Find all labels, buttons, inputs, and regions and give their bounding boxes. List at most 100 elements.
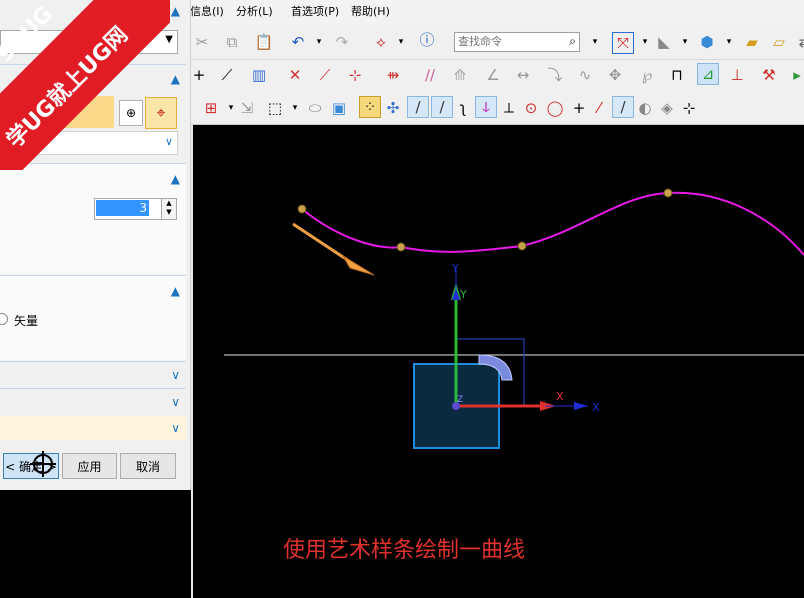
angle-icon[interactable]: ∠ — [483, 65, 503, 85]
fit-view-icon[interactable]: ⤧ — [612, 32, 634, 54]
section-divider — [0, 361, 186, 362]
menu-item-info[interactable]: 信息(I) — [190, 3, 224, 19]
selection-filter-icon[interactable]: ⇲ — [237, 98, 257, 118]
spline-point — [297, 204, 307, 214]
wave-icon[interactable]: ∿ — [575, 65, 595, 85]
x-axis-blue-arrowhead — [574, 402, 588, 410]
chevron-down-icon[interactable]: ∨ — [171, 395, 180, 409]
continuous-auto-dim-icon[interactable]: ⚒ — [759, 65, 779, 85]
snap-options-icon[interactable]: ◈ — [657, 98, 677, 118]
arc-snap-icon[interactable]: ʅ — [453, 98, 473, 118]
render-dropdown-icon[interactable]: ▾ — [675, 32, 695, 52]
collapse-icon[interactable]: ▲ — [171, 72, 180, 86]
chevron-down-icon[interactable]: ∨ — [171, 421, 180, 435]
spline-point — [517, 241, 527, 251]
paste-icon[interactable]: 📋 — [254, 32, 274, 52]
quick-trim-icon[interactable]: ✕ — [285, 65, 305, 85]
tangent-vector-arrowhead — [342, 255, 375, 276]
corner-icon[interactable]: ⊹ — [345, 65, 365, 85]
watermark-ribbon: 9SUG 学UG就上UG网 — [0, 0, 170, 170]
information-icon[interactable]: ⓘ — [417, 30, 437, 50]
line-snap-icon[interactable]: ∕ — [407, 96, 429, 118]
undo-icon[interactable]: ↶ — [288, 32, 308, 52]
copy-icon[interactable]: ⧉ — [222, 32, 242, 52]
component-icon[interactable]: ⬭ — [305, 98, 325, 118]
search-dropdown-icon[interactable]: ▾ — [585, 32, 605, 52]
collapse-icon[interactable]: ▲ — [171, 284, 180, 298]
point-on-curve-icon[interactable]: ⁄ — [589, 98, 609, 118]
fit-dropdown-icon[interactable]: ▾ — [635, 32, 655, 52]
quick-extend-icon[interactable]: ⟋ — [315, 65, 335, 85]
tutorial-caption: 使用艺术样条绘制一曲线 — [283, 538, 526, 563]
undo-dropdown-icon[interactable]: ▾ — [309, 32, 329, 52]
search-input[interactable] — [455, 33, 561, 49]
viewport-divider — [191, 124, 193, 598]
toolbar-row-2: + ⟋ ▥ ✕ ⟋ ⊹ ⇻ ∕∕ ⟰ ∠ ↔ ⤵ ∿ ✥ ℘ ⊓ ⊿ ⊥ ⚒ ▸ — [187, 60, 804, 90]
make-corner-icon[interactable]: ⇻ — [383, 65, 403, 85]
rectangle-select-icon[interactable]: ⬚ — [265, 98, 285, 118]
vector-radio-label: 矢量 — [14, 314, 39, 328]
line-icon[interactable]: + — [189, 65, 209, 85]
more-tools-icon[interactable]: ⇄ — [795, 32, 804, 52]
z-axis-label: Z — [457, 395, 463, 405]
body-icon[interactable]: ▣ — [329, 98, 349, 118]
search-icon[interactable]: ⌕ — [569, 34, 576, 49]
toggle-icon[interactable]: ▸ — [787, 65, 804, 85]
midpoint-snap-icon[interactable]: ✣ — [383, 98, 403, 118]
menu-item-analysis[interactable]: 分析(L) — [236, 3, 273, 19]
search-command-box[interactable]: ⌕ — [454, 32, 580, 52]
endpoint-snap-icon[interactable]: ⁘ — [359, 96, 381, 118]
move-icon[interactable]: ✥ — [605, 65, 625, 85]
orient-dropdown-icon[interactable]: ▾ — [719, 32, 739, 52]
add-point-icon[interactable]: ⊹ — [679, 98, 699, 118]
degree-spinner[interactable]: 3 — [94, 198, 162, 220]
y-axis-label-green: Y — [459, 288, 467, 301]
quadrant-snap-icon[interactable]: ◯ — [545, 98, 565, 118]
curve-snap-icon[interactable]: ∕ — [431, 96, 453, 118]
constraint-icon[interactable]: ⊓ — [667, 65, 687, 85]
derived-icon[interactable]: ⤵ — [545, 65, 565, 85]
offset-curve-icon[interactable]: ∕∕ — [420, 65, 440, 85]
visibility-icon[interactable]: ▱ — [769, 32, 789, 52]
section-divider — [0, 388, 186, 389]
rectangle-select-dropdown-icon[interactable]: ▾ — [285, 98, 305, 118]
apply-button[interactable]: 应用 — [62, 453, 117, 479]
menu-item-help[interactable]: 帮助(H) — [351, 3, 390, 19]
mirror-icon[interactable]: ↔ — [513, 65, 533, 85]
geometric-constraint-icon[interactable]: ⊿ — [697, 63, 719, 85]
studio-spline-curve — [301, 191, 804, 256]
spline-dim-icon[interactable]: ℘ — [637, 65, 657, 85]
degree-value[interactable]: 3 — [96, 200, 149, 216]
collapse-icon[interactable]: ▲ — [171, 172, 180, 186]
toolbar-row-1: ✂ ⧉ 📋 ↶ ▾ ↷ ⟡ ▾ ⓘ ⌕ ▾ ⤧ ▾ ◣ ▾ ⬢ ▾ ▰ ▱ ⇄ — [187, 24, 804, 60]
spline-snap-icon[interactable]: ↆ — [475, 96, 497, 118]
point-on-surface-icon[interactable]: ∕ — [612, 96, 634, 118]
render-style-icon[interactable]: ◣ — [654, 32, 674, 52]
snap-mode-icon[interactable]: ⊞ — [201, 98, 221, 118]
graphics-viewport[interactable]: Y Y X X Z — [193, 124, 804, 598]
trim-icon[interactable]: ⟋ — [217, 65, 237, 85]
snap-point-icon[interactable]: ⟡ — [371, 32, 391, 52]
redo-icon[interactable]: ↷ — [332, 32, 352, 52]
cut-icon[interactable]: ✂ — [192, 32, 212, 52]
degree-stepper[interactable]: ▲ ▼ — [161, 198, 177, 220]
cursor-crosshair-icon — [30, 451, 56, 477]
layer-icon[interactable]: ▰ — [742, 32, 762, 52]
toolbar-row-3: ⊞ ▾ ⇲ ⬚ ▾ ⬭ ▣ ⁘ ✣ ∕ ∕ ʅ ↆ ⟂ ⊙ ◯ + ⁄ ∕ ◐ … — [187, 90, 804, 125]
snap-dropdown-icon[interactable]: ▾ — [391, 32, 411, 52]
menu-item-preferences[interactable]: 首选项(P) — [291, 3, 339, 19]
intersection-snap-icon[interactable]: ⟂ — [499, 98, 519, 118]
settings-group — [0, 416, 186, 440]
collapse-icon[interactable]: ▲ — [171, 4, 180, 18]
bounded-grid-icon[interactable]: ◐ — [635, 98, 655, 118]
orient-view-icon[interactable]: ⬢ — [697, 32, 717, 52]
chevron-down-icon[interactable]: ∨ — [171, 368, 180, 382]
spline-point — [663, 188, 673, 198]
existing-point-icon[interactable]: + — [569, 98, 589, 118]
center-snap-icon[interactable]: ⊙ — [521, 98, 541, 118]
cancel-button[interactable]: 取消 — [120, 453, 176, 479]
extrude-icon[interactable]: ▥ — [249, 65, 269, 85]
pattern-icon[interactable]: ⟰ — [450, 65, 470, 85]
dimension-icon[interactable]: ⊥ — [727, 65, 747, 85]
spline-point — [396, 242, 406, 252]
